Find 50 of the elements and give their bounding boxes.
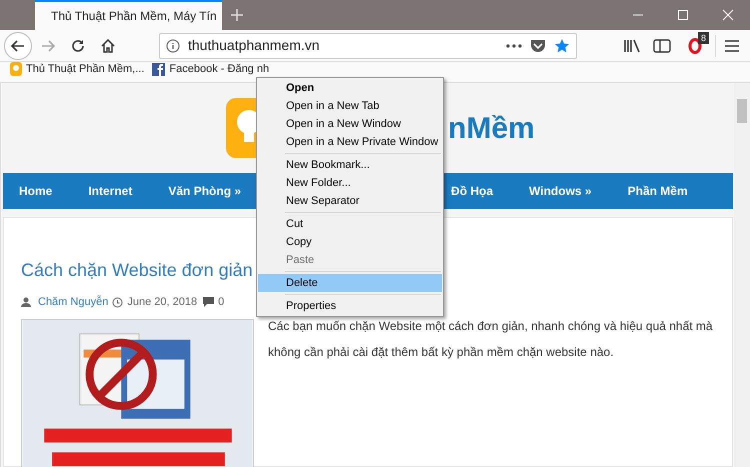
- menu-item[interactable]: New Separator: [258, 192, 442, 210]
- user-icon: [21, 297, 31, 308]
- nav-link[interactable]: Internet: [88, 182, 132, 200]
- nav-link[interactable]: Home: [19, 182, 52, 200]
- plus-icon: [230, 8, 244, 22]
- nav-link[interactable]: Windows »: [529, 182, 592, 200]
- logo-text: nMềm: [448, 110, 535, 146]
- clock-icon: [112, 296, 124, 308]
- article-title[interactable]: Cách chặn Website đơn giản: [21, 258, 253, 282]
- nav-link[interactable]: Văn Phòng »: [168, 182, 242, 200]
- menu-item[interactable]: Open in a New Private Window: [258, 133, 442, 151]
- comment-count: 0: [218, 295, 224, 310]
- maximize-icon: [676, 9, 688, 21]
- close-icon: [722, 9, 734, 21]
- comment-icon: [203, 297, 214, 308]
- menu-icon: [725, 40, 739, 52]
- bulb-icon: [10, 62, 22, 76]
- article-excerpt: Các bạn muốn chặn Website một cách đơn giản, nhanh chóng và hiệu quả nhất mà không cần phải cài đặt thêm bất kỳ phần mềm chặn website nào.: [268, 318, 714, 360]
- nav-link[interactable]: Phần Mềm: [628, 182, 688, 200]
- notification-badge: 8: [698, 32, 709, 44]
- star-icon[interactable]: [554, 38, 570, 54]
- forward-icon: [41, 40, 55, 52]
- menu-item[interactable]: New Bookmark...: [258, 156, 442, 174]
- sidebar-icon[interactable]: [653, 38, 671, 52]
- back-icon: [11, 40, 25, 52]
- menu-item[interactable]: Cut: [258, 215, 442, 233]
- address-bar[interactable]: thuthuatphanmem.vn: [159, 32, 577, 58]
- menu-item[interactable]: Open: [258, 79, 442, 97]
- extension-icon[interactable]: [688, 38, 702, 54]
- nav-link[interactable]: Đồ Họa: [451, 182, 494, 200]
- menu-item[interactable]: Properties: [258, 297, 442, 315]
- facebook-icon: [152, 62, 166, 76]
- reload-icon: [71, 38, 85, 52]
- bookmark-item[interactable]: Facebook - Đăng nh: [152, 62, 270, 76]
- menu-item[interactable]: New Folder...: [258, 174, 442, 192]
- back-button[interactable]: [4, 32, 32, 60]
- menu-item[interactable]: Copy: [258, 233, 442, 251]
- info-icon: [166, 38, 180, 52]
- more-icon[interactable]: [506, 44, 522, 48]
- menu-item[interactable]: Open in a New Window: [258, 115, 442, 133]
- menu-item[interactable]: Delete: [258, 274, 442, 292]
- pocket-icon[interactable]: [530, 38, 546, 52]
- library-icon[interactable]: [623, 38, 641, 52]
- browser-tab[interactable]: Thủ Thuật Phần Mềm, Máy Tín: [35, 0, 222, 30]
- home-icon: [101, 38, 115, 52]
- url-text: thuthuatphanmem.vn: [188, 36, 321, 55]
- menu-item[interactable]: Open in a New Tab: [258, 97, 442, 115]
- bookmark-item[interactable]: Thủ Thuật Phần Mềm,...: [10, 62, 144, 76]
- post-date: June 20, 2018: [127, 295, 198, 310]
- author-link[interactable]: Chăm Nguyễn: [38, 294, 108, 310]
